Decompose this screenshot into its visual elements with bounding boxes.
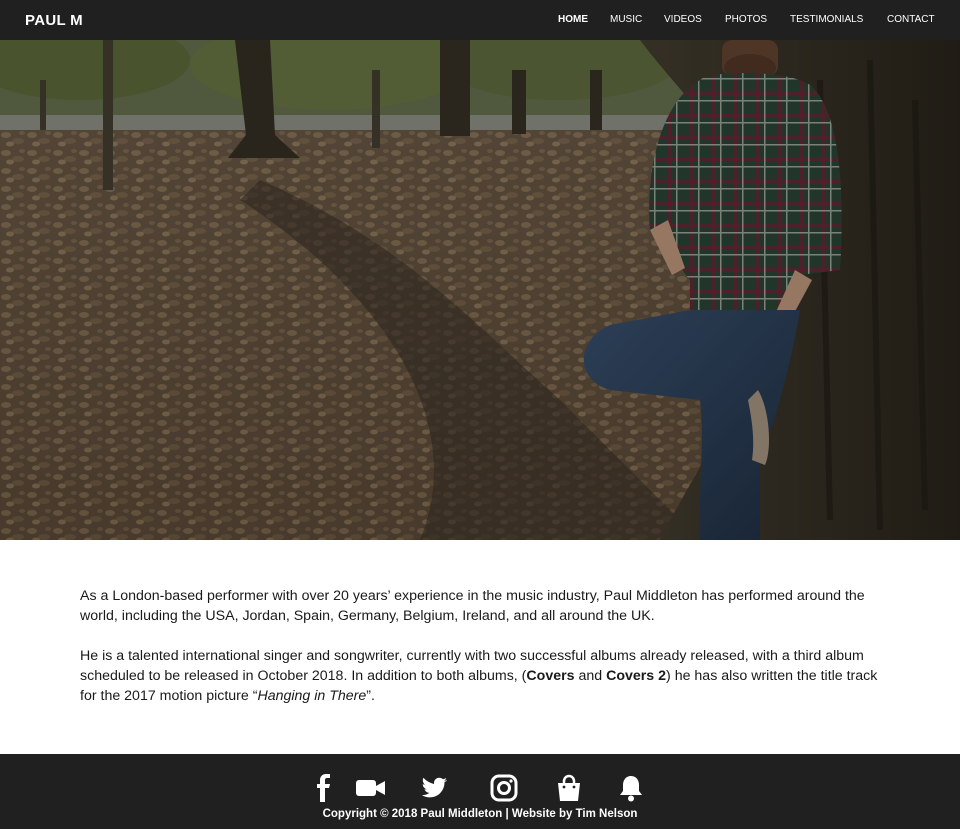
twitter-icon[interactable] bbox=[418, 774, 450, 802]
hero-image bbox=[0, 40, 960, 540]
nav-videos[interactable]: VIDEOS bbox=[664, 14, 702, 25]
hero-photo bbox=[0, 40, 960, 540]
brand-logo[interactable]: PAUL M bbox=[25, 12, 83, 29]
album-covers-2: Covers 2 bbox=[606, 668, 667, 684]
copyright-text: Copyright © 2018 Paul Middleton | Websit… bbox=[322, 808, 638, 820]
social-links bbox=[0, 754, 960, 814]
nav-contact[interactable]: CONTACT bbox=[887, 14, 935, 25]
intro-text: As a London-based performer with over 20… bbox=[80, 586, 890, 706]
p2-text-g: ”. bbox=[366, 688, 375, 704]
p2-text-c: and bbox=[574, 668, 607, 684]
nav-photos[interactable]: PHOTOS bbox=[725, 14, 767, 25]
nav-music[interactable]: MUSIC bbox=[610, 14, 642, 25]
nav-home[interactable]: HOME bbox=[558, 14, 588, 25]
intro-paragraph-2: He is a talented international singer an… bbox=[80, 646, 890, 706]
nav-testimonials[interactable]: TESTIMONIALS bbox=[790, 14, 863, 25]
instagram-icon[interactable] bbox=[488, 774, 520, 802]
facebook-icon[interactable] bbox=[308, 774, 340, 802]
bell-icon[interactable] bbox=[615, 774, 647, 802]
intro-paragraph-1: As a London-based performer with over 20… bbox=[80, 588, 865, 624]
top-navbar: PAUL M HOME MUSIC VIDEOS PHOTOS TESTIMON… bbox=[0, 0, 960, 40]
footer: Copyright © 2018 Paul Middleton | Websit… bbox=[0, 754, 960, 829]
shopping-bag-icon[interactable] bbox=[553, 774, 585, 802]
movie-title: Hanging in There bbox=[257, 688, 367, 704]
album-covers: Covers bbox=[526, 668, 575, 684]
video-camera-icon[interactable] bbox=[355, 774, 387, 802]
